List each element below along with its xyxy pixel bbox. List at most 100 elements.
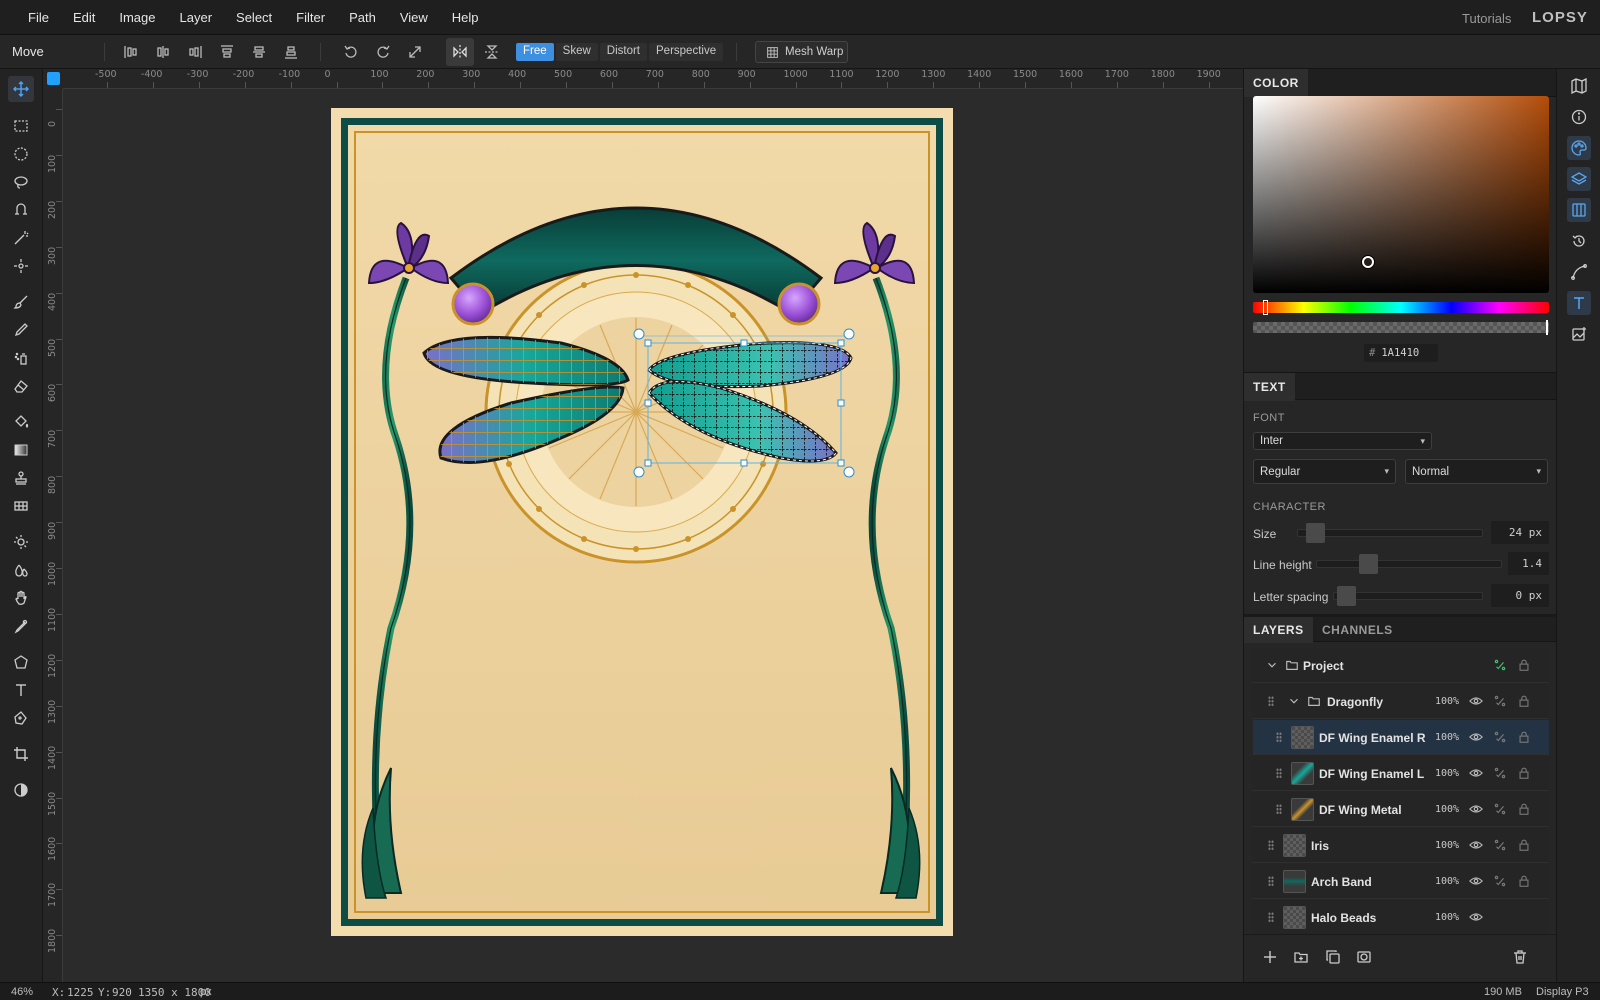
spray-icon[interactable] xyxy=(8,345,34,371)
image-adjust-icon[interactable] xyxy=(1567,322,1591,346)
layers-icon[interactable] xyxy=(1567,167,1591,191)
eye-icon[interactable] xyxy=(1469,730,1484,745)
rotate-cw-icon[interactable] xyxy=(373,42,393,62)
brush-icon[interactable] xyxy=(8,289,34,315)
paths-icon[interactable] xyxy=(1567,260,1591,284)
alpha-handle[interactable] xyxy=(1546,320,1548,335)
lock-icon[interactable] xyxy=(1517,874,1532,889)
letter-spacing-value-input[interactable]: 0 px xyxy=(1491,584,1549,607)
lock-icon[interactable] xyxy=(1517,730,1532,745)
move-tool-icon[interactable] xyxy=(8,76,34,102)
stamp-icon[interactable] xyxy=(8,465,34,491)
layer-row-halo-beads[interactable]: Halo Beads 100% xyxy=(1253,900,1549,935)
navigator-map-icon[interactable] xyxy=(1567,74,1591,98)
quick-select-icon[interactable] xyxy=(8,253,34,279)
polygon-icon[interactable] xyxy=(8,649,34,675)
mode-perspective[interactable]: Perspective xyxy=(649,43,724,61)
zoom-level[interactable]: 46% xyxy=(11,986,33,998)
info-icon[interactable] xyxy=(1567,105,1591,129)
color-palette-icon[interactable] xyxy=(1567,136,1591,160)
lock-icon[interactable] xyxy=(1517,658,1532,673)
size-value-input[interactable]: 24 px xyxy=(1491,521,1549,544)
ellipse-select-icon[interactable] xyxy=(8,141,34,167)
mask-mode-icon[interactable] xyxy=(8,777,34,803)
menu-filter[interactable]: Filter xyxy=(284,10,337,25)
color-cursor[interactable] xyxy=(1362,256,1374,268)
align-top-icon[interactable] xyxy=(217,42,237,62)
ruler-corner[interactable] xyxy=(43,69,63,89)
layer-row-dragonfly[interactable]: Dragonfly 100% xyxy=(1253,684,1549,719)
fx-sparkle-icon[interactable] xyxy=(1493,838,1508,853)
layer-row-iris[interactable]: Iris 100% xyxy=(1253,828,1549,863)
horizontal-ruler[interactable]: -500 -400 -300 -200 -100 0 100 200 300 400 500 600 7… xyxy=(63,69,1243,89)
gradient-icon[interactable] xyxy=(8,437,34,463)
line-height-slider[interactable] xyxy=(1316,554,1502,574)
mask-layer-icon[interactable] xyxy=(1356,949,1374,967)
line-height-value-input[interactable]: 1.4 xyxy=(1508,552,1549,575)
mode-free[interactable]: Free xyxy=(516,43,554,61)
fx-sparkle-icon[interactable] xyxy=(1493,766,1508,781)
align-middle-icon[interactable] xyxy=(249,42,269,62)
drag-handle-icon[interactable] xyxy=(1276,804,1282,815)
layer-row-project[interactable]: Project xyxy=(1253,648,1549,683)
duplicate-layer-icon[interactable] xyxy=(1325,949,1343,967)
mode-skew[interactable]: Skew xyxy=(555,43,598,61)
vertical-ruler[interactable]: 0 100 200 300 400 500 600 700 800 900 1000 1100 1200… xyxy=(43,89,63,982)
drag-handle-icon[interactable] xyxy=(1276,732,1282,743)
menu-view[interactable]: View xyxy=(388,10,440,25)
layer-row-df-wing-enamel-l[interactable]: DF Wing Enamel L 100% xyxy=(1253,756,1549,791)
drag-handle-icon[interactable] xyxy=(1268,840,1274,851)
pattern-icon[interactable] xyxy=(8,493,34,519)
pen-tool-icon[interactable] xyxy=(8,705,34,731)
eye-icon[interactable] xyxy=(1469,694,1484,709)
tab-text[interactable]: TEXT xyxy=(1244,373,1295,401)
menu-edit[interactable]: Edit xyxy=(61,10,107,25)
fx-sparkle-icon[interactable] xyxy=(1493,730,1508,745)
new-group-icon[interactable] xyxy=(1293,949,1311,967)
tutorials-link[interactable]: Tutorials xyxy=(1462,11,1511,26)
align-center-h-icon[interactable] xyxy=(153,42,173,62)
size-slider-knob[interactable] xyxy=(1306,523,1325,543)
rotate-ccw-icon[interactable] xyxy=(341,42,361,62)
tab-color[interactable]: COLOR xyxy=(1244,69,1308,97)
menu-select[interactable]: Select xyxy=(224,10,284,25)
channels-icon[interactable] xyxy=(1567,198,1591,222)
history-icon[interactable] xyxy=(1567,229,1591,253)
mode-distort[interactable]: Distort xyxy=(599,43,648,61)
align-bottom-icon[interactable] xyxy=(281,42,301,62)
hand-icon[interactable] xyxy=(8,585,34,611)
text-tool-icon[interactable] xyxy=(8,677,34,703)
align-left-icon[interactable] xyxy=(121,42,141,62)
saturation-value-picker[interactable] xyxy=(1253,96,1549,293)
eye-icon[interactable] xyxy=(1469,874,1484,889)
align-right-icon[interactable] xyxy=(185,42,205,62)
hue-handle[interactable] xyxy=(1263,300,1268,315)
magnetic-lasso-icon[interactable] xyxy=(8,197,34,223)
layer-row-df-wing-enamel-r[interactable]: DF Wing Enamel R 100% xyxy=(1253,720,1549,755)
eye-icon[interactable] xyxy=(1469,766,1484,781)
dodge-icon[interactable] xyxy=(8,529,34,555)
drag-handle-icon[interactable] xyxy=(1276,768,1282,779)
eye-icon[interactable] xyxy=(1469,910,1484,925)
font-weight-select[interactable]: Regular ▾ xyxy=(1253,459,1396,484)
menu-file[interactable]: File xyxy=(16,10,61,25)
lock-icon[interactable] xyxy=(1517,766,1532,781)
letter-spacing-slider-knob[interactable] xyxy=(1337,586,1356,606)
drag-handle-icon[interactable] xyxy=(1268,696,1274,707)
eraser-icon[interactable] xyxy=(8,373,34,399)
tab-layers[interactable]: LAYERS xyxy=(1244,617,1313,643)
document-artwork[interactable] xyxy=(331,108,953,936)
drag-handle-icon[interactable] xyxy=(1268,876,1274,887)
chevron-down-icon[interactable] xyxy=(1287,694,1302,709)
fx-sparkle-icon[interactable] xyxy=(1493,874,1508,889)
drag-handle-icon[interactable] xyxy=(1268,912,1274,923)
fx-sparkle-icon[interactable] xyxy=(1493,658,1508,673)
tab-channels[interactable]: CHANNELS xyxy=(1313,617,1402,643)
pencil-icon[interactable] xyxy=(8,317,34,343)
mesh-warp-button[interactable]: Mesh Warp xyxy=(755,41,848,63)
lasso-icon[interactable] xyxy=(8,169,34,195)
magic-wand-icon[interactable] xyxy=(8,225,34,251)
flip-horizontal-icon[interactable] xyxy=(446,38,474,66)
add-layer-icon[interactable] xyxy=(1262,949,1280,967)
hue-slider[interactable] xyxy=(1253,302,1549,313)
